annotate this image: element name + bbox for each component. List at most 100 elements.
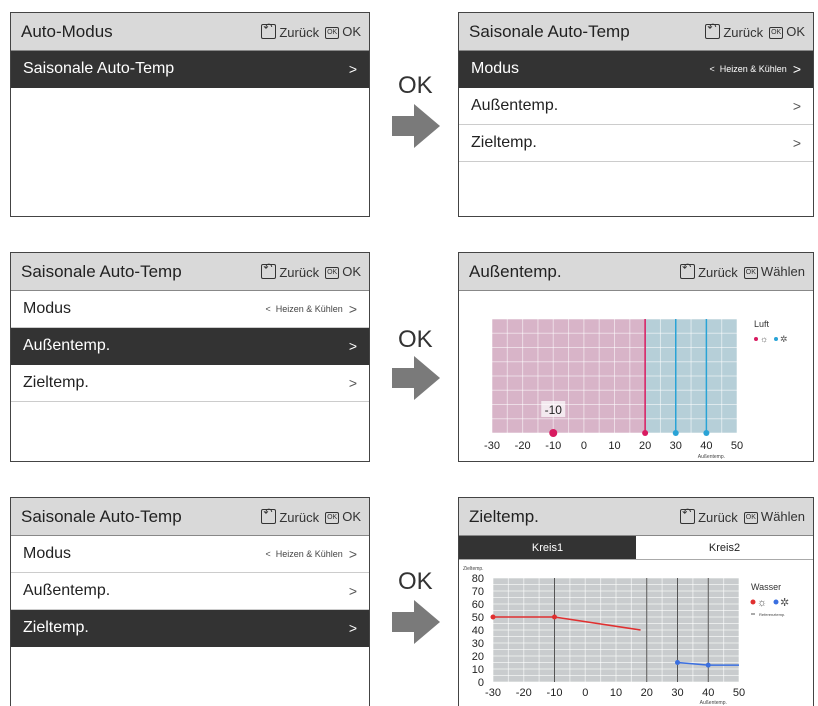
legend-heat-dot	[750, 599, 756, 605]
ok-button[interactable]: OK OK	[325, 509, 361, 524]
back-button[interactable]: Zurück	[261, 506, 319, 525]
x-axis-label: Außentemp.	[700, 700, 727, 705]
menu-item-modus[interactable]: Modus < Heizen & Kühlen >	[11, 291, 369, 328]
mode-value: < Heizen & Kühlen	[265, 304, 343, 314]
tab-kreis2[interactable]: Kreis2	[636, 536, 813, 560]
screen-header: Saisonale Auto-Temp Zurück OKOK	[459, 13, 813, 51]
chevron-right-icon: >	[348, 61, 357, 77]
legend-title: Wasser	[751, 582, 781, 592]
y-tick-label: 80	[472, 573, 484, 585]
menu-item-aussentemp[interactable]: Außentemp. >	[11, 573, 369, 610]
menu-item-zieltemp[interactable]: Zieltemp. >	[459, 125, 813, 162]
ok-button[interactable]: OK OK	[325, 264, 361, 279]
back-button[interactable]: Zurück	[261, 21, 319, 40]
legend-sub: Referenztemp.	[759, 612, 785, 617]
chevron-right-icon: >	[348, 375, 357, 391]
x-tick-label: -10	[547, 687, 563, 699]
x-tick-label: -30	[484, 440, 500, 452]
menu-item-aussentemp[interactable]: Außentemp. >	[459, 88, 813, 125]
series-point-cool	[675, 660, 680, 665]
legend-cool-dot	[773, 599, 779, 605]
screen-header: Auto-Modus Zurück OKOK	[11, 13, 369, 51]
chevron-right-icon: >	[792, 98, 801, 114]
screen-header: Saisonale Auto-Temp Zurück OKOK	[11, 253, 369, 291]
back-icon	[680, 506, 696, 524]
y-tick-label: 0	[478, 677, 484, 689]
legend-cool-dot	[774, 337, 778, 341]
ok-icon: OK	[769, 27, 784, 39]
circuit-tabs: Kreis1 Kreis2	[459, 536, 813, 560]
ok-step-label: OK	[398, 72, 433, 99]
x-tick-label: 10	[610, 687, 622, 699]
legend-heat-dot	[754, 337, 758, 341]
screen-zieltemp: Zieltemp. Zurück OKWählen Kreis1 Kreis2 …	[458, 497, 814, 706]
select-button[interactable]: OK Wählen	[743, 264, 805, 279]
tab-kreis1[interactable]: Kreis1	[459, 536, 636, 560]
ok-icon: OK	[743, 512, 758, 524]
screen-auto-modus: Auto-Modus Zurück OKOK Saisonale Auto-Te…	[10, 12, 370, 217]
menu-item-aussentemp[interactable]: Außentemp. >	[11, 328, 369, 365]
chevron-right-icon: >	[792, 61, 801, 77]
ok-icon: OK	[325, 267, 340, 279]
menu-item-saisonale-auto-temp[interactable]: Saisonale Auto-Temp >	[11, 51, 369, 88]
back-icon	[261, 506, 277, 524]
heat-marker-point	[549, 429, 558, 437]
menu-item-zieltemp[interactable]: Zieltemp. >	[11, 365, 369, 402]
screen-header: Saisonale Auto-Temp Zurück OKOK	[11, 498, 369, 536]
back-button[interactable]: Zurück	[705, 21, 763, 40]
screen-title: Auto-Modus	[21, 21, 113, 41]
menu-item-modus[interactable]: Modus < Heizen & Kühlen >	[459, 51, 813, 88]
menu-item-zieltemp[interactable]: Zieltemp. >	[11, 610, 369, 647]
ok-button[interactable]: OK OK	[325, 24, 361, 39]
sun-icon: ☼	[760, 334, 768, 344]
legend-title: Luft	[754, 319, 770, 329]
x-tick-label: 40	[702, 687, 714, 699]
screen-header: Außentemp. Zurück OKWählen	[459, 253, 813, 291]
series-point-heat	[552, 614, 557, 620]
ok-icon: OK	[743, 267, 758, 279]
screen-aussentemp: Außentemp. Zurück OKWählen -10 -30 -20 -10 0…	[458, 252, 814, 462]
outdoor-temp-chart[interactable]: -10 -30 -20 -10 0 10 20 30 40 50 Außentemp. Luft ☼ ✲	[459, 291, 813, 461]
back-button[interactable]: Zurück	[680, 261, 738, 280]
screen-title: Saisonale Auto-Temp	[21, 506, 182, 526]
x-tick-label: -30	[485, 687, 501, 699]
chevron-right-icon: >	[348, 301, 357, 317]
x-tick-label: 20	[639, 440, 651, 452]
x-tick-label: 0	[582, 687, 588, 699]
screen-saisonale-auto-temp: Saisonale Auto-Temp Zurück OKOK Modus < …	[10, 252, 370, 462]
target-temp-chart[interactable]: 01020304050607080-30 -20 -10 0 10 20 30 40 50Zie…	[459, 560, 813, 705]
chevron-right-icon: >	[348, 583, 357, 599]
series-point-heat	[490, 614, 496, 620]
screen-title: Saisonale Auto-Temp	[21, 261, 182, 281]
x-axis-label: Außentemp.	[698, 454, 725, 460]
ok-step-label: OK	[398, 326, 433, 353]
ok-step-label: OK	[398, 568, 433, 595]
x-tick-label: 10	[608, 440, 620, 452]
screen-saisonale-auto-temp: Saisonale Auto-Temp Zurück OKOK Modus < …	[458, 12, 814, 217]
back-icon	[705, 21, 721, 39]
x-tick-label: 30	[670, 440, 682, 452]
x-tick-label: 50	[731, 440, 743, 452]
x-tick-label: -10	[545, 440, 561, 452]
x-tick-label: 30	[671, 687, 683, 699]
ok-button[interactable]: OK OK	[769, 24, 805, 39]
y-tick-label: 50	[472, 612, 484, 624]
x-tick-label: 20	[641, 687, 653, 699]
heat-limit-point	[642, 430, 649, 436]
menu-item-modus[interactable]: Modus < Heizen & Kühlen >	[11, 536, 369, 573]
marker-label: -10	[545, 403, 563, 417]
chevron-right-icon: >	[348, 546, 357, 562]
back-button[interactable]: Zurück	[261, 261, 319, 280]
screen-header: Zieltemp. Zurück OKWählen	[459, 498, 813, 536]
chevron-right-icon: >	[348, 338, 357, 354]
mode-value: < Heizen & Kühlen	[709, 64, 787, 74]
y-tick-label: 40	[472, 625, 484, 637]
screen-saisonale-auto-temp: Saisonale Auto-Temp Zurück OKOK Modus < …	[10, 497, 370, 706]
back-icon	[680, 261, 696, 279]
back-button[interactable]: Zurück	[680, 506, 738, 525]
y-axis-label: Zieltemp.	[463, 566, 484, 572]
mode-value: < Heizen & Kühlen	[265, 549, 343, 559]
screen-title: Zieltemp.	[469, 506, 539, 526]
chevron-right-icon: >	[792, 135, 801, 151]
select-button[interactable]: OK Wählen	[743, 509, 805, 524]
